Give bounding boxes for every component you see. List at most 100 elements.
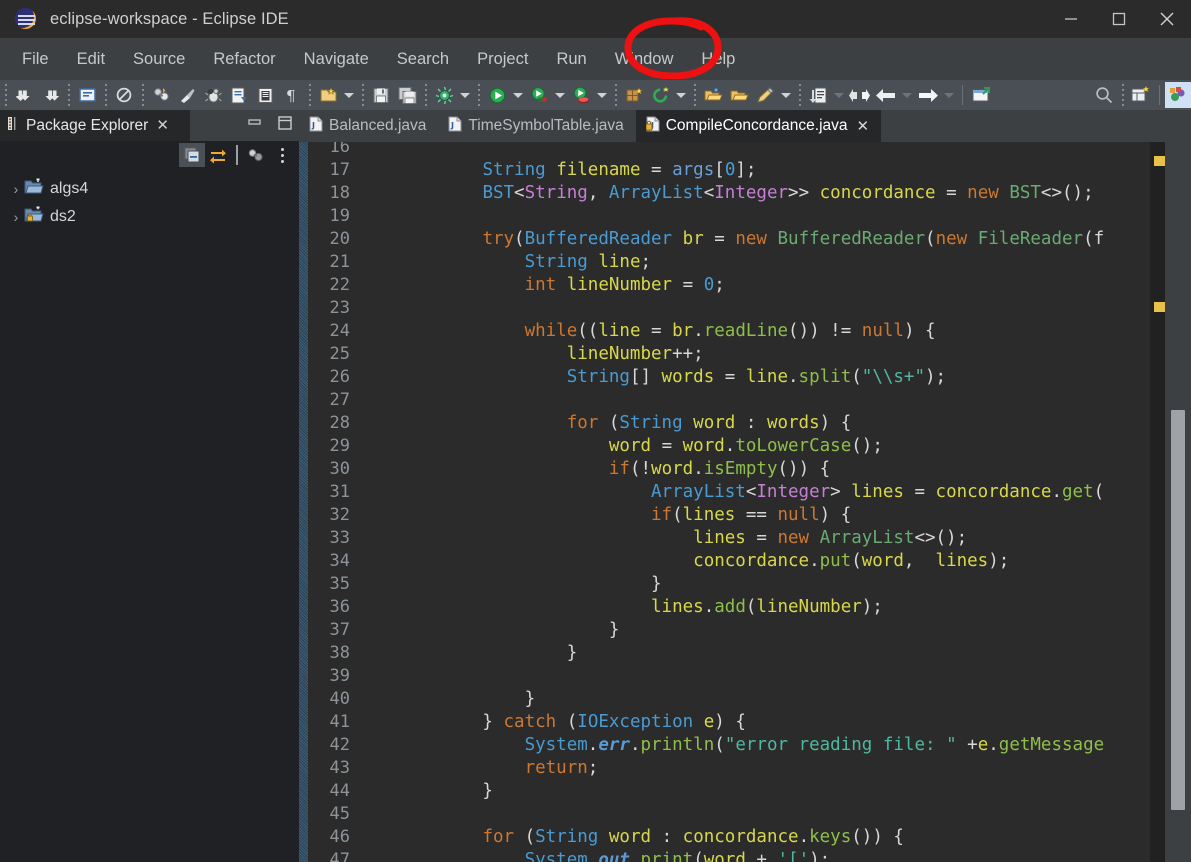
menu-navigate[interactable]: Navigate (290, 45, 383, 74)
menu-help[interactable]: Help (687, 45, 749, 74)
code-line[interactable]: } (356, 688, 1170, 711)
run-button[interactable] (484, 82, 510, 108)
menu-source[interactable]: Source (119, 45, 199, 74)
toolbar-grip-10[interactable] (690, 84, 699, 106)
toolbar-grip-3[interactable] (101, 84, 110, 106)
code-line[interactable]: for (String word : concordance.keys()) { (356, 826, 1170, 849)
next-annotation-dropdown-arrow[interactable] (831, 82, 847, 108)
code-content[interactable]: String filename = args[0]; BST<String, A… (356, 142, 1170, 862)
code-line[interactable]: BST<String, ArrayList<Integer>> concorda… (356, 182, 1170, 205)
code-line[interactable]: String[] words = line.split("\\s+"); (356, 366, 1170, 389)
toolbar-grip-4[interactable] (138, 84, 147, 106)
toolbar-grip-9[interactable] (611, 84, 620, 106)
code-line[interactable]: System.err.println("error reading file: … (356, 734, 1170, 757)
edit-pencil-button[interactable] (752, 82, 778, 108)
collapse-all-button[interactable] (179, 143, 205, 167)
editor-tab-compileconcordance[interactable]: J CompileConcordance.java ✕ (635, 110, 882, 142)
filter-icon[interactable] (243, 143, 269, 167)
toolbar-grip-2[interactable] (64, 84, 73, 106)
toolbar-grip-5[interactable] (305, 84, 314, 106)
print-button[interactable] (252, 82, 278, 108)
close-icon[interactable]: ✕ (857, 119, 870, 134)
toolbar-grip-6[interactable] (358, 84, 367, 106)
refresh-dropdown-arrow[interactable] (673, 82, 689, 108)
save-button[interactable] (368, 82, 394, 108)
tree-item-ds2[interactable]: › ds2 (0, 203, 299, 231)
code-line[interactable]: lines.add(lineNumber); (356, 596, 1170, 619)
new-window-button[interactable] (968, 82, 994, 108)
code-line[interactable]: } catch (IOException e) { (356, 711, 1170, 734)
open-perspective-button[interactable] (1128, 82, 1154, 108)
code-line[interactable]: try(BufferedReader br = new BufferedRead… (356, 228, 1170, 251)
toolbar-grip-11[interactable] (795, 84, 804, 106)
code-editor[interactable]: 16 17 18 19 20 21 22 23 24 25 26 27 28 29 30 31 32 33 34 35… (299, 142, 1191, 862)
open-task-button[interactable] (726, 82, 752, 108)
code-line[interactable] (356, 205, 1170, 228)
back-dropdown-arrow[interactable] (899, 82, 915, 108)
toolbar-grip-8[interactable] (474, 84, 483, 106)
overview-marker[interactable] (1154, 302, 1165, 312)
new-class-button[interactable] (148, 82, 174, 108)
menu-edit[interactable]: Edit (63, 45, 119, 74)
java-perspective-button[interactable] (1165, 82, 1191, 108)
edit-dropdown-arrow[interactable] (778, 82, 794, 108)
menu-refactor[interactable]: Refactor (199, 45, 289, 74)
save-all-button[interactable] (394, 82, 420, 108)
code-line[interactable]: String line; (356, 251, 1170, 274)
minimize-button[interactable] (1047, 0, 1095, 38)
close-icon[interactable]: ✕ (156, 118, 169, 133)
open-folder-button[interactable] (700, 82, 726, 108)
menu-file[interactable]: File (8, 45, 63, 74)
tree-item-algs4[interactable]: › algs4 (0, 175, 299, 203)
code-line[interactable] (356, 297, 1170, 320)
undo-button[interactable] (11, 82, 37, 108)
editor-tab-timesymboltable[interactable]: J TimeSymbolTable.java (438, 110, 636, 142)
new-document-dropdown-arrow[interactable] (341, 82, 357, 108)
build-dropdown-arrow[interactable] (457, 82, 473, 108)
new-document-button[interactable] (315, 82, 341, 108)
debug-bug-button[interactable] (200, 82, 226, 108)
toolbar-grip-7[interactable] (421, 84, 430, 106)
menu-run[interactable]: Run (542, 45, 600, 74)
forward-dropdown-arrow[interactable] (941, 82, 957, 108)
view-menu-button[interactable] (269, 143, 295, 167)
code-line[interactable]: System.out.print(word + '['); (356, 849, 1170, 862)
close-button[interactable] (1143, 0, 1191, 38)
back-forward-button[interactable] (847, 82, 873, 108)
code-line[interactable]: } (356, 780, 1170, 803)
overview-ruler[interactable] (1150, 142, 1165, 862)
link-with-editor-button[interactable] (205, 143, 231, 167)
code-line[interactable]: if(lines == null) { (356, 504, 1170, 527)
maximize-panel-icon[interactable] (277, 115, 293, 136)
code-line[interactable]: int lineNumber = 0; (356, 274, 1170, 297)
code-line[interactable] (356, 665, 1170, 688)
code-line[interactable] (356, 803, 1170, 826)
run-dropdown-arrow[interactable] (510, 82, 526, 108)
redo-button[interactable] (37, 82, 63, 108)
code-line[interactable]: lineNumber++; (356, 343, 1170, 366)
next-annotation-button[interactable] (805, 82, 831, 108)
code-line[interactable]: } (356, 619, 1170, 642)
editor-tab-balanced[interactable]: J Balanced.java (299, 110, 439, 142)
code-line[interactable] (356, 389, 1170, 412)
debug-run-dropdown-arrow[interactable] (552, 82, 568, 108)
code-line[interactable]: lines = new ArrayList<>(); (356, 527, 1170, 550)
expander-icon[interactable]: › (8, 209, 24, 225)
minimize-panel-icon[interactable] (247, 115, 263, 136)
back-button[interactable] (873, 82, 899, 108)
code-line[interactable]: concordance.put(word, lines); (356, 550, 1170, 573)
perspective-grip[interactable] (1118, 84, 1127, 106)
maximize-button[interactable] (1095, 0, 1143, 38)
code-line[interactable]: return; (356, 757, 1170, 780)
pilcrow-button[interactable]: ¶ (278, 82, 304, 108)
code-line[interactable]: ArrayList<Integer> lines = concordance.g… (356, 481, 1170, 504)
code-line[interactable] (356, 142, 1170, 159)
clean-button[interactable] (174, 82, 200, 108)
toolbar-grip[interactable] (1, 84, 10, 106)
code-line[interactable]: word = word.toLowerCase(); (356, 435, 1170, 458)
code-line[interactable]: for (String word : words) { (356, 412, 1170, 435)
search-icon[interactable] (1091, 82, 1117, 108)
code-line[interactable]: } (356, 642, 1170, 665)
save-as-button[interactable] (226, 82, 252, 108)
code-line[interactable]: String filename = args[0]; (356, 159, 1170, 182)
